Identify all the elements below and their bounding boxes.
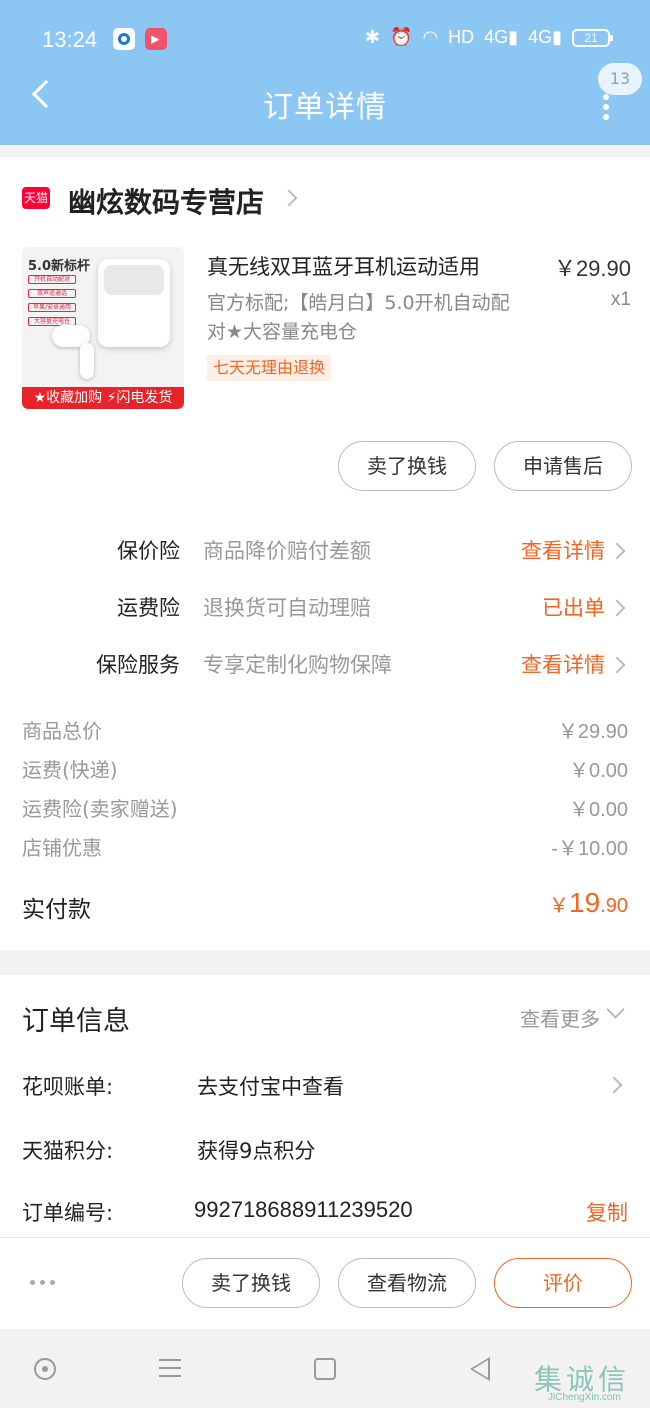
paid-label: 实付款 [22,897,91,923]
bluetooth-icon: ✱ [364,27,381,47]
hd-label: HD [448,27,475,47]
more-options-icon[interactable] [600,94,612,120]
rate-button[interactable]: 评价 [494,1258,632,1308]
product-quantity: x1 [610,289,631,310]
row-value: 去支付宝中查看 [197,1075,344,1099]
tmall-points-row: 天猫积分: 获得9点积分 [0,1135,650,1171]
watermark-logo: 集诚信 JiChengXin.com [534,1358,644,1404]
signal-icon-1: 4G▮ [484,27,519,47]
earbud-case-graphic [98,259,170,347]
chevron-right-icon [608,599,626,617]
cost-value: -￥10.00 [551,838,628,860]
page-title: 订单详情 [263,90,387,125]
row-label: 花呗账单: [22,1075,114,1099]
bottom-action-bar: 卖了换钱 查看物流 评价 [0,1237,650,1329]
cost-row-shipping-insurance: 运费险(卖家赠送) ￥0.00 [0,793,650,823]
row-label: 天猫积分: [22,1139,114,1163]
app-header: 13:24 ✱ ⏰ ◠ HD 4G▮ 4G▮ 21 订单详情 13 [0,0,650,145]
product-image-features: 开机自动配对 双声道通话 苹果/安卓通用 大容量充电仓 [28,275,76,331]
order-number-row: 订单编号: 992718688911239520 复制 [0,1197,650,1233]
cost-value: ￥0.00 [569,760,628,782]
product-title[interactable]: 真无线双耳蓝牙耳机运动适用 [207,251,480,281]
alarm-icon: ⏰ [390,27,413,47]
signal-icon-2: 4G▮ [528,27,562,47]
insurance-action[interactable]: 查看详情 [521,535,605,565]
store-name[interactable]: 幽炫数码专营店 [68,181,264,221]
earbud-graphic [80,343,94,379]
more-actions-icon[interactable] [30,1280,55,1285]
back-icon[interactable] [470,1357,490,1381]
insurance-action[interactable]: 已出单 [542,592,605,622]
assistant-icon[interactable] [34,1358,56,1380]
paid-amount: ￥19.90 [549,887,628,918]
cost-value: ￥29.90 [557,721,628,743]
message-count-badge: 13 [598,63,642,95]
insurance-desc: 退换货可自动理赔 [203,596,371,620]
return-policy-tag: 七天无理由退换 [207,355,332,381]
order-number: 992718688911239520 [194,1197,413,1222]
cost-label: 运费(快递) [22,758,118,782]
cost-row-subtotal: 商品总价 ￥29.90 [0,715,650,745]
insurance-row-shipping[interactable]: 运费险 退换货可自动理赔 已出单 [0,588,650,628]
store-chevron-icon[interactable] [280,189,298,207]
cost-row-shipping: 运费(快递) ￥0.00 [0,754,650,784]
menu-icon[interactable] [159,1359,181,1383]
product-image-banner: ★收藏加购 ⚡闪电发货 [22,387,184,409]
home-icon[interactable] [314,1358,336,1380]
order-card: 天猫 幽炫数码专营店 5.0新标杆 开机自动配对 双声道通话 苹果/安卓通用 大… [0,157,650,950]
tmall-tag-icon: 天猫 [22,187,50,209]
chevron-down-icon[interactable] [606,1000,625,1019]
chevron-right-icon [605,1076,623,1094]
insurance-row-service[interactable]: 保险服务 专享定制化购物保障 查看详情 [0,645,650,685]
product-sku: 官方标配;【皓月白】5.0开机自动配对★大容量充电仓 [207,292,510,343]
system-icons: ✱ ⏰ ◠ HD 4G▮ 4G▮ 21 [364,27,613,48]
battery-icon: 21 [572,28,613,47]
insurance-name: 保价险 [117,539,180,563]
cost-label: 商品总价 [22,719,102,743]
product-image[interactable]: 5.0新标杆 开机自动配对 双声道通话 苹果/安卓通用 大容量充电仓 ★收藏加购… [22,247,184,409]
cost-label: 店铺优惠 [22,836,102,860]
sell-for-cash-button[interactable]: 卖了换钱 [182,1258,320,1308]
after-sale-button[interactable]: 申请售后 [494,441,632,491]
sell-for-cash-button[interactable]: 卖了换钱 [338,441,476,491]
watermark-url: JiChengXin.com [548,1392,621,1403]
row-label: 订单编号: [22,1201,114,1225]
view-more-link[interactable]: 查看更多 [520,1003,600,1032]
order-info-card: 订单信息 查看更多 花呗账单: 去支付宝中查看 天猫积分: 获得9点积分 订单编… [0,975,650,1237]
insurance-desc: 专享定制化购物保障 [203,653,392,677]
cost-label: 运费险(卖家赠送) [22,797,178,821]
insurance-name: 保险服务 [96,653,180,677]
order-info-title: 订单信息 [22,1006,130,1037]
cost-row-discount: 店铺优惠 -￥10.00 [0,832,650,862]
notification-app-icon [113,28,135,50]
view-logistics-button[interactable]: 查看物流 [338,1258,476,1308]
insurance-row-price-protection[interactable]: 保价险 商品降价赔付差额 查看详情 [0,531,650,571]
row-value: 获得9点积分 [197,1139,316,1163]
video-app-icon [145,28,167,50]
status-time: 13:24 [42,27,98,52]
chevron-right-icon [608,542,626,560]
insurance-action[interactable]: 查看详情 [521,649,605,679]
chevron-right-icon [608,656,626,674]
huabei-bill-row[interactable]: 花呗账单: 去支付宝中查看 [0,1071,650,1107]
status-bar: 13:24 ✱ ⏰ ◠ HD 4G▮ 4G▮ 21 [0,0,650,80]
product-price: ￥29.90 [553,256,631,281]
wifi-icon: ◠ [422,27,439,47]
insurance-name: 运费险 [117,596,180,620]
insurance-desc: 商品降价赔付差额 [203,539,371,563]
copy-button[interactable]: 复制 [586,1197,628,1227]
product-image-headline: 5.0新标杆 [28,259,91,274]
cost-value: ￥0.00 [569,799,628,821]
